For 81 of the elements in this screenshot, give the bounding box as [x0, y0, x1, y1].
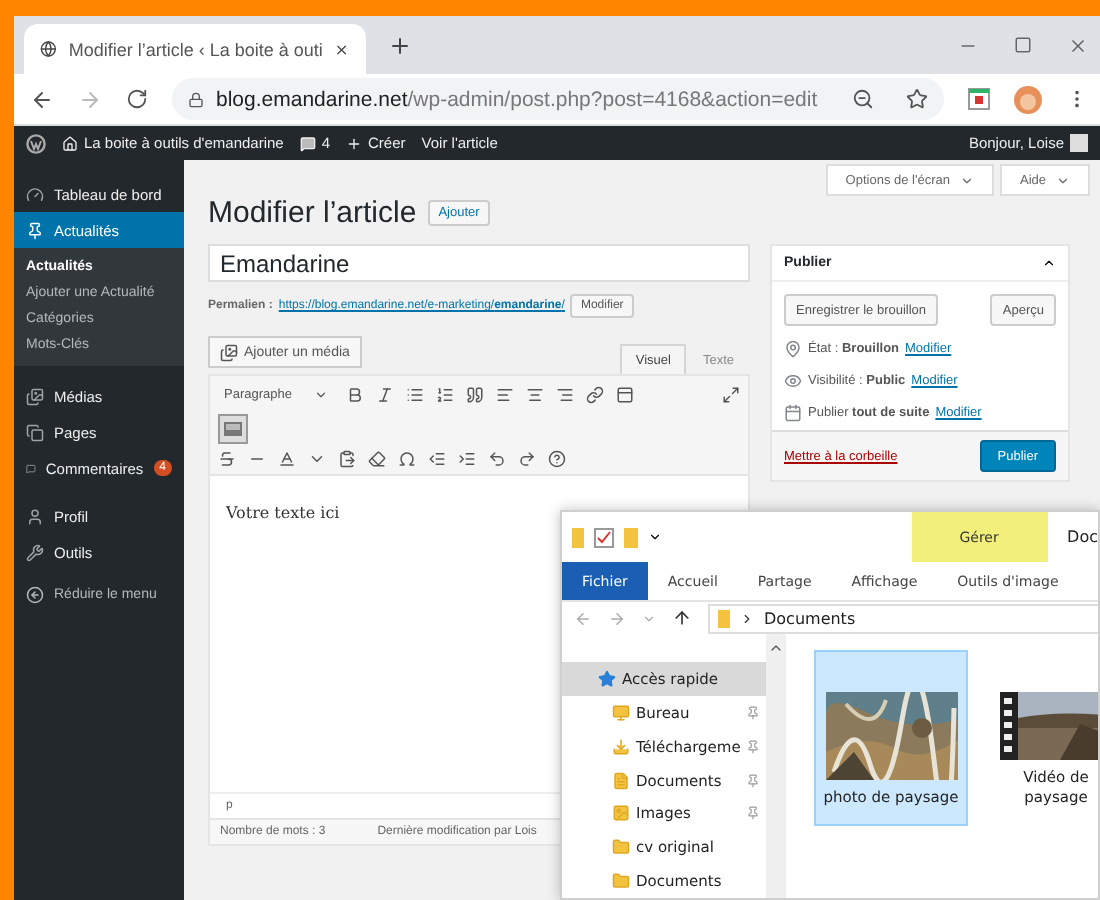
- browser-tab[interactable]: Modifier l’article ‹ La boite à outi: [24, 24, 366, 74]
- fullscreen-icon[interactable]: [722, 386, 740, 404]
- collapse-icon[interactable]: [1042, 256, 1056, 270]
- folder-icon: [718, 609, 730, 627]
- caret-icon: [959, 173, 974, 187]
- globe-icon: [40, 38, 57, 60]
- back-icon[interactable]: [30, 87, 54, 111]
- pin-icon: [784, 340, 802, 358]
- link-icon[interactable]: [586, 386, 604, 404]
- person-icon: [26, 507, 44, 525]
- pin-icon: [746, 773, 761, 787]
- undo-icon[interactable]: [488, 450, 506, 468]
- strikethrough-icon[interactable]: [218, 450, 236, 468]
- help-icon[interactable]: [548, 450, 566, 468]
- close-icon[interactable]: [1068, 35, 1088, 55]
- image-icon: [612, 804, 630, 823]
- address-bar[interactable]: blog.emandarine.net/wp-admin/post.php?post=4168&action=edit: [172, 78, 944, 120]
- quote-icon[interactable]: [466, 386, 484, 404]
- address-field[interactable]: Documents: [708, 603, 1098, 633]
- gauge-icon: [26, 185, 44, 203]
- caret-icon[interactable]: [648, 530, 662, 544]
- download-icon: [612, 737, 630, 756]
- toolbar-icon[interactable]: [616, 386, 634, 404]
- pin-icon: [26, 221, 44, 239]
- extension-icon[interactable]: [968, 88, 990, 110]
- caret-icon: [1056, 173, 1070, 187]
- monitor-icon: [612, 703, 630, 722]
- new-tab-icon[interactable]: [388, 33, 412, 57]
- caret-icon: [314, 388, 328, 402]
- pages-icon: [26, 423, 44, 441]
- logo-icon[interactable]: [26, 133, 46, 153]
- home-icon: [62, 135, 78, 151]
- align-center-icon[interactable]: [526, 386, 544, 404]
- redo-icon[interactable]: [518, 450, 536, 468]
- folder-icon: [612, 838, 630, 857]
- wrench-icon: [26, 543, 44, 561]
- caret-icon[interactable]: [308, 450, 326, 468]
- chevron-icon[interactable]: [740, 611, 754, 625]
- images-icon: [26, 387, 44, 405]
- reload-icon[interactable]: [126, 88, 148, 110]
- calendar-icon: [784, 404, 802, 422]
- title-field[interactable]: Emandarine: [208, 244, 750, 282]
- text-color-icon[interactable]: [278, 450, 296, 468]
- italic-icon[interactable]: [376, 386, 394, 404]
- bullet-list-icon[interactable]: [406, 386, 424, 404]
- eraser-icon[interactable]: [368, 450, 386, 468]
- star-icon: [598, 669, 616, 688]
- bold-icon[interactable]: [346, 386, 364, 404]
- align-right-icon[interactable]: [556, 386, 574, 404]
- media-icon: [220, 343, 238, 361]
- omega-icon[interactable]: [398, 450, 416, 468]
- pin-icon: [746, 705, 761, 720]
- zoom-icon[interactable]: [852, 88, 874, 110]
- collapse-icon: [26, 586, 44, 604]
- scroll-up-icon[interactable]: [767, 640, 784, 656]
- avatar-icon: [1070, 134, 1088, 152]
- eye-icon: [784, 372, 802, 390]
- document-icon: [612, 771, 630, 789]
- toolbar-toggle[interactable]: [218, 414, 248, 444]
- editor-text[interactable]: Votre texte ici: [226, 504, 340, 522]
- up-icon[interactable]: [672, 608, 692, 628]
- page-title: Modifier l’article: [208, 196, 417, 230]
- outdent-icon[interactable]: [428, 450, 446, 468]
- align-left-icon[interactable]: [496, 386, 514, 404]
- pin-icon: [746, 739, 761, 754]
- paste-icon[interactable]: [338, 450, 356, 468]
- url-text: blog.emandarine.net/wp-admin/post.php?post=4168&action=edit: [216, 87, 818, 111]
- maximize-icon[interactable]: [1014, 35, 1032, 53]
- window-title: Doc: [1065, 528, 1098, 546]
- plus-icon: [346, 135, 363, 151]
- indent-icon[interactable]: [458, 450, 476, 468]
- lock-icon: [188, 91, 204, 107]
- toolbar-icon: [224, 422, 242, 436]
- pin-icon: [746, 806, 761, 821]
- properties-icon[interactable]: [594, 527, 614, 547]
- folder-icon: [612, 872, 630, 891]
- speech-bubble-icon: [299, 135, 316, 151]
- star-icon[interactable]: [906, 88, 928, 110]
- path-text: Documents: [764, 609, 856, 627]
- speech-bubble-icon: [26, 459, 36, 477]
- numbered-list-icon[interactable]: [436, 386, 454, 404]
